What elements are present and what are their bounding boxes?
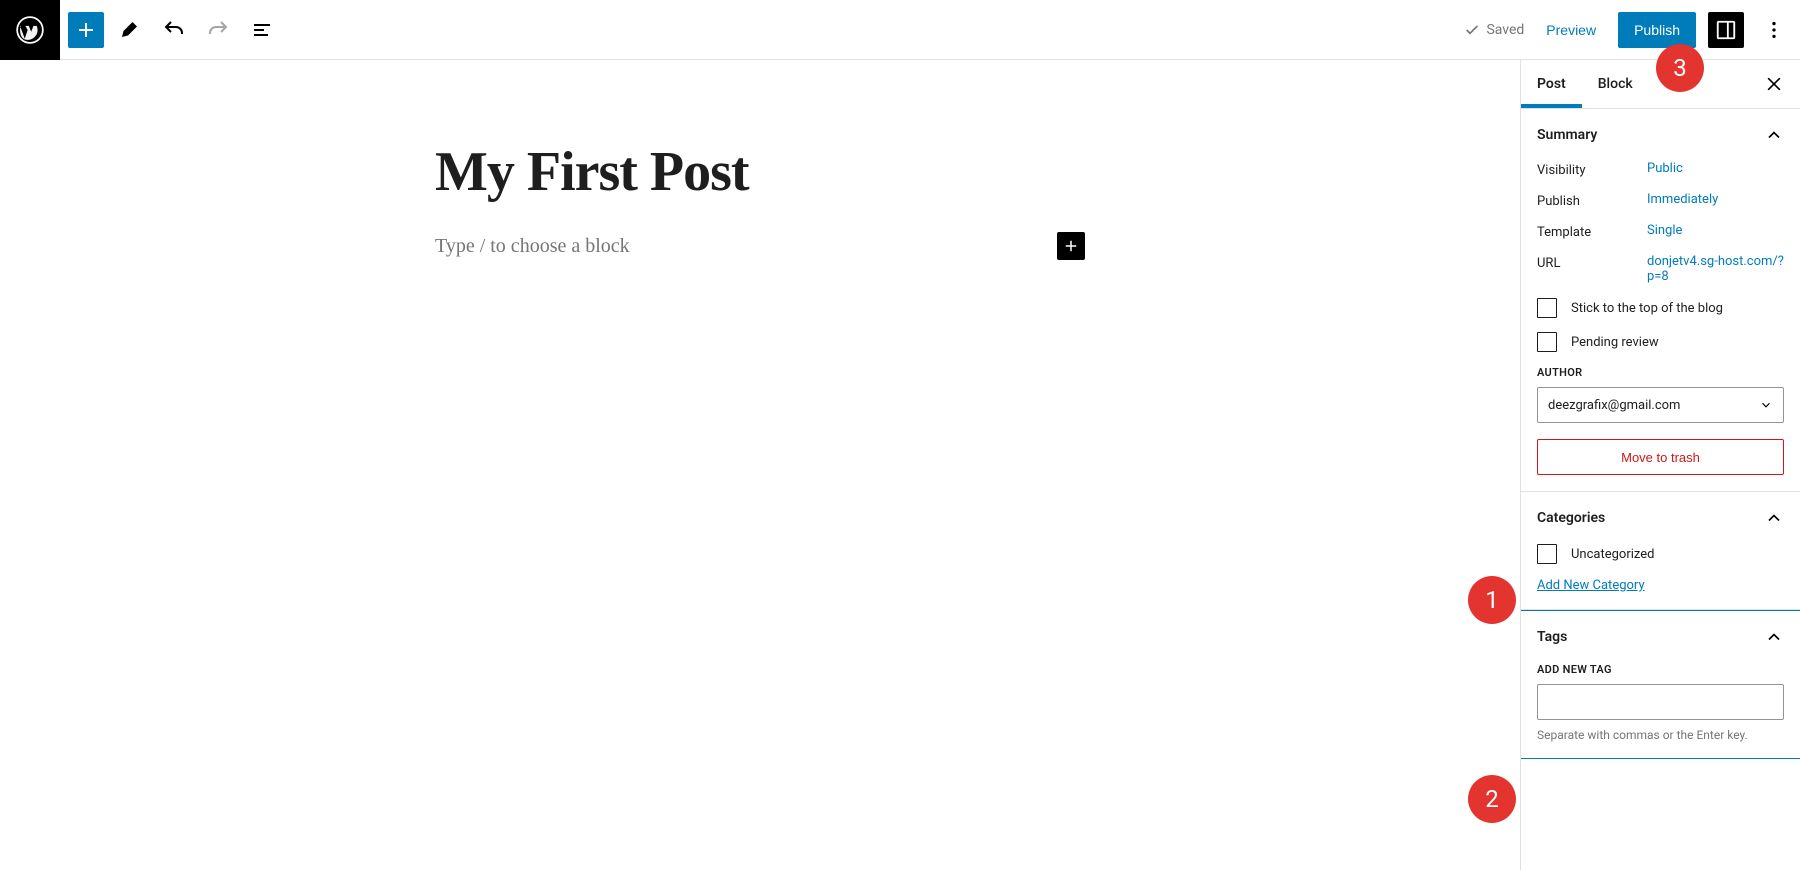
inline-add-block-button[interactable] xyxy=(1057,232,1085,260)
panel-summary-header[interactable]: Summary xyxy=(1521,109,1800,161)
publish-button[interactable]: Publish xyxy=(1618,12,1696,48)
settings-sidebar: Post Block Summary Visibility Public xyxy=(1520,60,1800,870)
tools-button[interactable] xyxy=(112,12,148,48)
preview-button[interactable]: Preview xyxy=(1536,14,1606,46)
saved-label: Saved xyxy=(1486,22,1524,38)
panel-title: Tags xyxy=(1537,629,1567,645)
template-label: Template xyxy=(1537,223,1647,240)
url-label: URL xyxy=(1537,254,1647,271)
callout-badge-1: 1 xyxy=(1468,576,1516,624)
editor-header: Saved Preview Publish xyxy=(0,0,1800,60)
move-to-trash-button[interactable]: Move to trash xyxy=(1537,439,1784,475)
category-uncategorized-label: Uncategorized xyxy=(1571,547,1654,562)
redo-button[interactable] xyxy=(200,12,236,48)
author-value: deezgrafix@gmail.com xyxy=(1548,398,1680,413)
add-block-button[interactable] xyxy=(68,12,104,48)
stick-to-top-label: Stick to the top of the blog xyxy=(1571,301,1723,316)
callout-badge-3: 3 xyxy=(1656,44,1704,92)
visibility-label: Visibility xyxy=(1537,161,1647,178)
wordpress-logo[interactable] xyxy=(0,0,60,60)
document-overview-button[interactable] xyxy=(244,12,280,48)
visibility-value[interactable]: Public xyxy=(1647,161,1784,176)
panel-title: Summary xyxy=(1537,127,1597,143)
category-uncategorized-checkbox[interactable] xyxy=(1537,544,1557,564)
close-settings-button[interactable] xyxy=(1756,66,1792,102)
stick-to-top-checkbox[interactable] xyxy=(1537,298,1557,318)
tab-post[interactable]: Post xyxy=(1521,60,1582,108)
add-new-category-link[interactable]: Add New Category xyxy=(1537,578,1645,593)
author-select[interactable]: deezgrafix@gmail.com xyxy=(1537,387,1784,423)
editor-canvas[interactable]: My First Post Type / to choose a block xyxy=(0,60,1520,870)
template-value[interactable]: Single xyxy=(1647,223,1784,238)
chevron-up-icon xyxy=(1764,627,1784,647)
undo-button[interactable] xyxy=(156,12,192,48)
pending-review-label: Pending review xyxy=(1571,335,1659,350)
publish-date-label: Publish xyxy=(1537,192,1647,209)
chevron-down-icon xyxy=(1759,398,1773,412)
add-tag-field-label: ADD NEW TAG xyxy=(1537,663,1784,676)
check-icon xyxy=(1464,22,1480,38)
pending-review-checkbox[interactable] xyxy=(1537,332,1557,352)
panel-categories: Categories Uncategorized Add New Categor… xyxy=(1521,492,1800,610)
add-tag-input[interactable] xyxy=(1537,684,1784,720)
panel-tags: Tags ADD NEW TAG Separate with commas or… xyxy=(1521,610,1800,759)
chevron-up-icon xyxy=(1764,125,1784,145)
save-status: Saved xyxy=(1464,22,1524,38)
panel-categories-header[interactable]: Categories xyxy=(1521,492,1800,544)
chevron-up-icon xyxy=(1764,508,1784,528)
block-placeholder[interactable]: Type / to choose a block xyxy=(435,235,630,258)
settings-sidebar-toggle[interactable] xyxy=(1708,12,1744,48)
panel-summary: Summary Visibility Public Publish Immedi… xyxy=(1521,109,1800,492)
panel-title: Categories xyxy=(1537,510,1605,526)
close-icon xyxy=(1764,74,1784,94)
author-field-label: AUTHOR xyxy=(1537,366,1784,379)
publish-date-value[interactable]: Immediately xyxy=(1647,192,1784,207)
post-title[interactable]: My First Post xyxy=(435,140,1085,204)
tab-block[interactable]: Block xyxy=(1582,60,1649,108)
panel-tags-header[interactable]: Tags xyxy=(1521,611,1800,663)
url-value[interactable]: donjetv4.sg-host.com/?p=8 xyxy=(1647,254,1784,284)
tag-hint: Separate with commas or the Enter key. xyxy=(1537,728,1784,742)
callout-badge-2: 2 xyxy=(1468,775,1516,823)
more-options-button[interactable] xyxy=(1756,12,1792,48)
